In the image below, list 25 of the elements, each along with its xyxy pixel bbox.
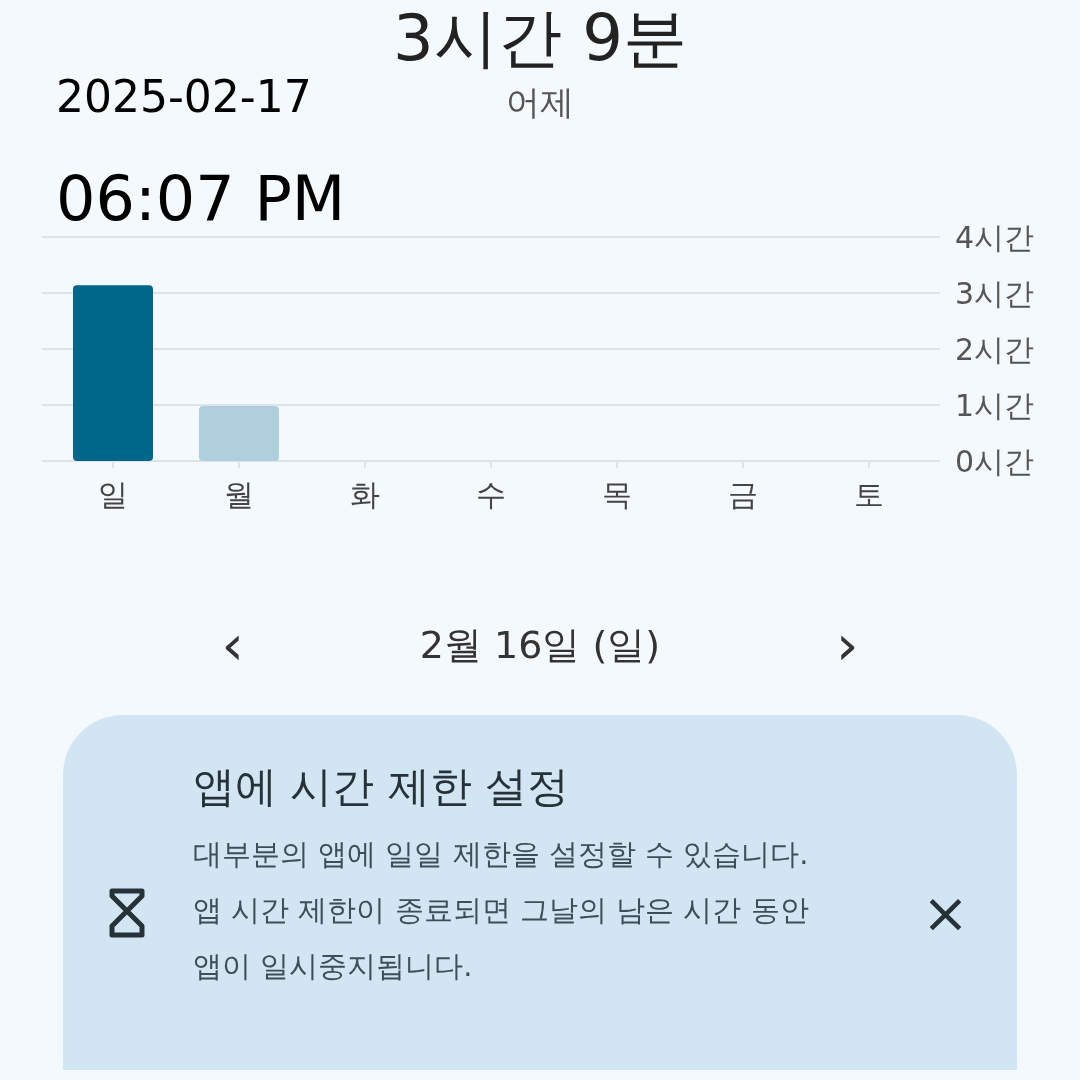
total-time: 3시간 9분 xyxy=(393,0,687,77)
day-label: 월 xyxy=(224,477,254,512)
time-text: 06:07 PM xyxy=(56,161,346,237)
day-label: 일 xyxy=(98,477,128,512)
previous-day-button[interactable]: ‹ xyxy=(213,617,252,673)
axis-label: 2시간 xyxy=(955,332,1035,367)
day-label: 어제 xyxy=(506,80,574,124)
day-label: 토 xyxy=(854,477,884,512)
usage-bar[interactable] xyxy=(73,285,153,461)
selected-date: 2월 16일 (일) xyxy=(418,621,662,669)
date-text: 2025-02-17 xyxy=(56,70,312,124)
next-day-button[interactable]: › xyxy=(828,617,867,673)
usage-bar[interactable] xyxy=(199,406,279,461)
hourglass-icon xyxy=(109,887,145,938)
axis-label: 4시간 xyxy=(955,225,1035,255)
day-label: 목 xyxy=(602,477,632,512)
tip-title: 앱에 시간 제한 설정 xyxy=(193,761,571,813)
day-label: 금 xyxy=(728,477,758,512)
axis-label: 0시간 xyxy=(955,444,1035,479)
tip-text: 대부분의 앱에 일일 제한을 설정할 수 있습니다. 앱 시간 제한이 종료되면 그날의 남은 시간 동안 앱이 일시중지됩니다. xyxy=(193,836,810,985)
axis-label: 1시간 xyxy=(955,388,1035,423)
close-button[interactable]: × xyxy=(914,884,977,941)
day-label: 화 xyxy=(350,477,380,512)
day-label: 수 xyxy=(476,477,506,512)
axis-label: 3시간 xyxy=(955,276,1035,311)
